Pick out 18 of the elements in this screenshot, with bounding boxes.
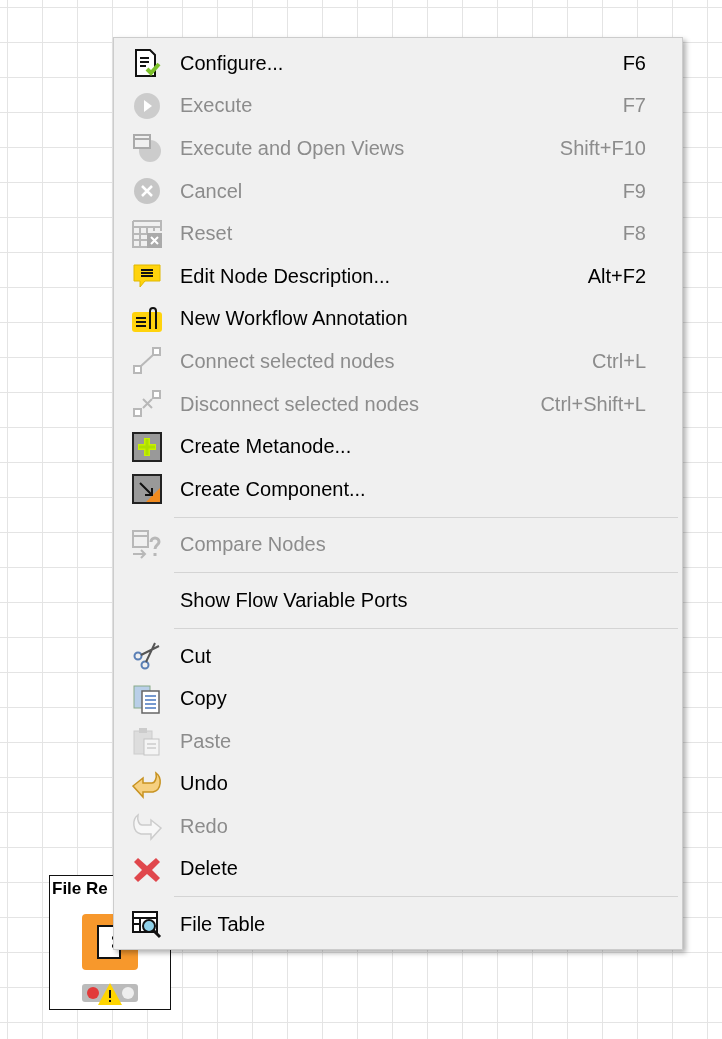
menu-item[interactable]: Cut (114, 634, 682, 678)
menu-item[interactable]: Show Flow Variable Ports (114, 579, 682, 622)
compare-icon (131, 528, 163, 561)
table-reset-icon (131, 217, 163, 250)
arrow-square-icon (131, 473, 163, 506)
menu-item[interactable]: Edit Node Description... Alt+F2 (114, 254, 682, 298)
window-play-icon (131, 132, 163, 165)
node-label: File Re (52, 879, 108, 899)
menu-item[interactable]: Copy (114, 677, 682, 720)
plus-square-icon (131, 430, 163, 463)
menu-item[interactable]: Create Component... (114, 467, 682, 511)
menu-item[interactable]: Configure... F6 (114, 42, 682, 85)
menu-item[interactable]: Create Metanode... (114, 425, 682, 468)
table-magnifier-icon (131, 908, 163, 941)
menu-item[interactable]: Undo (114, 762, 682, 806)
clipboard-icon (131, 725, 163, 758)
menu-item[interactable]: New Workflow Annotation (114, 297, 682, 341)
copy-icon (131, 682, 163, 715)
